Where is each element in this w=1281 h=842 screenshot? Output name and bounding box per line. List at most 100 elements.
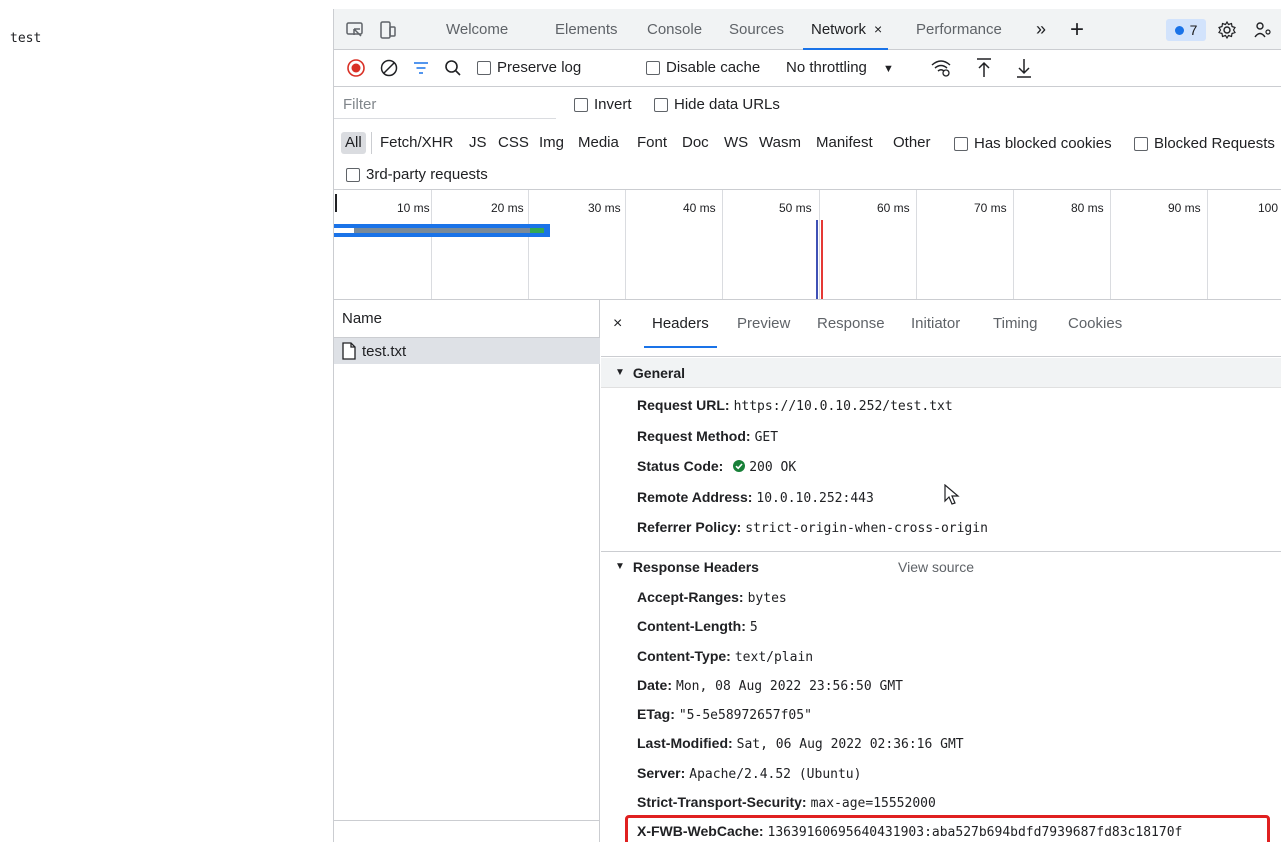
header-value: Mon, 08 Aug 2022 23:56:50 GMT <box>676 679 903 694</box>
details-tab-response[interactable]: Response <box>817 315 885 332</box>
request-row[interactable]: test.txt <box>334 338 600 364</box>
tab-performance[interactable]: Performance <box>916 9 1002 50</box>
tab-elements[interactable]: Elements <box>555 9 618 50</box>
response-header-row: Content-Length: 5 <box>637 618 758 635</box>
header-value: bytes <box>747 591 787 606</box>
request-details-pane: × Headers Preview Response Initiator Tim… <box>601 300 1281 842</box>
timeline-tick-label: 20 ms <box>491 201 524 215</box>
inspect-element-icon[interactable] <box>344 19 366 41</box>
preserve-log-box[interactable] <box>477 60 491 75</box>
header-value: Sat, 06 Aug 2022 02:36:16 GMT <box>736 737 964 752</box>
invert-label: Invert <box>594 96 632 113</box>
details-tab-cookies[interactable]: Cookies <box>1068 315 1122 332</box>
type-filter-fetch-xhr[interactable]: Fetch/XHR <box>380 132 453 154</box>
type-filter-css[interactable]: CSS <box>498 132 529 154</box>
tab-network-close-icon[interactable]: × <box>874 21 882 37</box>
response-header-row: Strict-Transport-Security: max-age=155520… <box>637 794 936 811</box>
timeline-tick-label: 50 ms <box>779 201 812 215</box>
type-filter-all[interactable]: All <box>341 132 366 154</box>
issues-count: 7 <box>1189 22 1198 38</box>
filter-input[interactable] <box>334 91 556 119</box>
hide-data-urls-box[interactable] <box>654 97 668 112</box>
third-party-checkbox[interactable]: 3rd-party requests <box>346 166 488 183</box>
timeline-gridline <box>722 190 723 299</box>
type-filter-doc[interactable]: Doc <box>682 132 709 154</box>
throttling-select[interactable]: No throttling ▼ <box>786 59 894 76</box>
invert-checkbox[interactable]: Invert <box>574 96 632 113</box>
details-tab-timing[interactable]: Timing <box>993 315 1037 332</box>
blocked-requests-checkbox[interactable]: Blocked Requests <box>1134 135 1275 152</box>
disable-cache-checkbox[interactable]: Disable cache <box>646 59 760 76</box>
type-filter-manifest[interactable]: Manifest <box>816 132 873 154</box>
general-header-row: Remote Address: 10.0.10.252:443 <box>637 489 874 506</box>
customize-devtools-icon[interactable] <box>1252 19 1274 41</box>
tab-network[interactable]: Network × <box>802 9 889 50</box>
network-overview-timeline[interactable]: 10 ms 20 ms 30 ms 40 ms 50 ms 60 ms 70 m… <box>334 190 1281 300</box>
network-toolbar: Preserve log Disable cache No throttling… <box>334 50 1281 87</box>
timeline-tick-label: 70 ms <box>974 201 1007 215</box>
tab-console[interactable]: Console <box>647 9 702 50</box>
issues-badge[interactable]: 7 <box>1166 19 1206 41</box>
disable-cache-box[interactable] <box>646 60 660 75</box>
type-filter-font[interactable]: Font <box>637 132 667 154</box>
timeline-tick-label: 80 ms <box>1071 201 1104 215</box>
import-har-icon[interactable] <box>974 57 994 79</box>
search-icon[interactable] <box>443 58 463 78</box>
type-filter-other[interactable]: Other <box>893 132 931 154</box>
blocked-requests-box[interactable] <box>1134 136 1148 151</box>
devtools-tab-bar: Welcome Elements Console Sources Network… <box>334 9 1281 50</box>
header-key: Content-Length: <box>637 618 746 634</box>
timeline-gridline <box>916 190 917 299</box>
filter-icon[interactable] <box>411 58 431 78</box>
type-filter-media[interactable]: Media <box>578 132 619 154</box>
header-value: "5-5e58972657f05" <box>678 708 812 723</box>
hide-data-urls-checkbox[interactable]: Hide data URLs <box>654 96 780 113</box>
timeline-gridline <box>1207 190 1208 299</box>
request-name: test.txt <box>362 342 407 360</box>
header-key: Remote Address: <box>637 489 753 505</box>
invert-box[interactable] <box>574 97 588 112</box>
highlight-annotation-box <box>625 815 1270 842</box>
device-toolbar-icon[interactable] <box>377 19 399 41</box>
network-conditions-icon[interactable] <box>930 58 952 78</box>
details-tab-headers[interactable]: Headers <box>644 315 717 348</box>
type-filter-img[interactable]: Img <box>539 132 564 154</box>
more-tabs-icon[interactable]: » <box>1036 9 1046 50</box>
timeline-tick-label: 10 ms <box>397 201 430 215</box>
clear-log-icon[interactable] <box>379 58 399 78</box>
response-header-row: Accept-Ranges: bytes <box>637 589 787 606</box>
name-column-header[interactable]: Name <box>334 300 600 338</box>
type-filter-js[interactable]: JS <box>469 132 487 154</box>
type-filter-ws[interactable]: WS <box>724 132 748 154</box>
type-filter-wasm[interactable]: Wasm <box>759 132 801 154</box>
expand-triangle-icon: ▼ <box>615 561 625 572</box>
settings-gear-icon[interactable] <box>1216 19 1238 41</box>
header-key: Request Method: <box>637 428 751 444</box>
load-event-marker <box>821 220 823 299</box>
view-source-link[interactable]: View source <box>898 559 974 575</box>
new-tab-icon[interactable]: + <box>1070 9 1084 50</box>
preserve-log-checkbox[interactable]: Preserve log <box>477 59 581 76</box>
timeline-tick-label: 90 ms <box>1168 201 1201 215</box>
pane-divider <box>334 820 600 821</box>
close-details-icon[interactable]: × <box>613 315 622 333</box>
timeline-tick-label: 40 ms <box>683 201 716 215</box>
third-party-box[interactable] <box>346 167 360 182</box>
header-value: 10.0.10.252:443 <box>756 491 874 506</box>
tab-sources[interactable]: Sources <box>729 9 784 50</box>
general-section-header[interactable]: ▼ General <box>601 358 1281 388</box>
general-header-row: Request Method: GET <box>637 428 778 445</box>
has-blocked-cookies-checkbox[interactable]: Has blocked cookies <box>954 135 1112 152</box>
details-tab-preview[interactable]: Preview <box>737 315 790 332</box>
response-headers-section-header[interactable]: ▼ Response Headers View source <box>601 551 1281 581</box>
response-header-row: ETag: "5-5e58972657f05" <box>637 706 812 723</box>
tab-welcome[interactable]: Welcome <box>446 9 508 50</box>
has-blocked-cookies-box[interactable] <box>954 136 968 151</box>
general-header-row: Referrer Policy: strict-origin-when-cross… <box>637 519 988 536</box>
response-header-row: Content-Type: text/plain <box>637 648 813 665</box>
third-party-label: 3rd-party requests <box>366 166 488 183</box>
record-stop-icon[interactable] <box>346 58 366 78</box>
details-tab-initiator[interactable]: Initiator <box>911 315 960 332</box>
export-har-icon[interactable] <box>1014 57 1034 79</box>
file-icon <box>342 342 356 360</box>
